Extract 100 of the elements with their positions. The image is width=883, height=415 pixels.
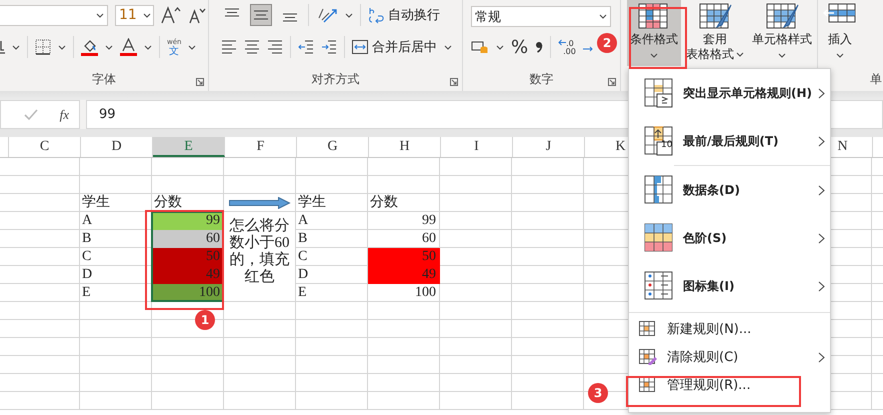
vertical-align-button[interactable] [250,4,272,26]
chevron-icon[interactable] [496,44,504,50]
clear-rules-icon [639,349,657,365]
table-cell-text: C [81,248,92,266]
accounting-format-icon[interactable] [471,39,489,55]
table-cell: 50 [152,248,224,266]
enter-check-icon[interactable] [24,108,38,120]
percent-style-button[interactable]: % [511,36,528,58]
chevron-icon[interactable] [345,12,353,18]
chevron-icon [599,14,607,19]
highlight-rules-icon [644,78,674,108]
highlight-frame [629,7,687,69]
table-cell: 60 [152,230,224,248]
chevron-icon[interactable] [58,44,66,50]
column-header[interactable]: E [153,137,225,157]
table-cell-text: B [81,230,92,248]
data-bars-icon [644,175,674,205]
menu-item[interactable]: 新建规则(N)... [629,315,830,343]
chevron-icon[interactable] [444,44,452,50]
increase-indent-icon[interactable] [321,40,337,54]
arrow-drawing [229,197,291,209]
column-header[interactable]: F [225,137,297,157]
merge-center-button[interactable]: 合并后居中 [352,38,437,56]
column-header[interactable]: C [9,137,81,157]
group-label: 字体 [92,72,116,86]
table-cell-text: 60 [421,230,437,248]
wrap-text-icon [368,6,384,24]
menu-item[interactable]: 数据条(D) [629,166,830,214]
align-middle-icon [253,8,269,22]
table-cell-text: B [297,230,308,248]
fill-color-icon[interactable] [81,38,98,56]
decrease-indent-icon[interactable] [298,40,314,54]
step-number-badge: 3 [588,383,608,403]
chevron-icon [736,52,744,57]
menu-item[interactable]: 图标集(I) [629,262,830,310]
dialog-launcher-icon[interactable] [196,78,204,86]
column-header[interactable]: I [441,137,513,157]
table-cell-text: E [81,284,92,302]
chevron-icon [836,53,844,58]
table-cell-text: 99 [421,212,437,230]
font-size-field[interactable]: 11 [115,4,154,26]
number-format-dropdown[interactable]: 常规 [471,6,611,27]
align-right-icon[interactable] [267,40,283,54]
align-center-icon[interactable] [244,40,260,54]
column-header[interactable]: J [513,137,585,157]
table-cell: 49 [368,266,440,284]
table-cell-text: 100 [414,284,437,302]
column-header[interactable]: H [369,137,441,157]
chevron-icon[interactable] [188,44,196,50]
chevron-icon [778,53,786,58]
shrink-font-icon[interactable] [188,6,206,24]
color-scale-icon [644,223,674,253]
underline-icon[interactable] [0,39,5,55]
left-arrow-icon [558,38,566,46]
step-number-badge: 1 [195,310,215,330]
chevron-icon[interactable] [105,44,113,50]
wrap-text-button[interactable]: 自动换行 [368,6,440,24]
rules-grid-icon [639,377,657,393]
table-cell: 99 [152,212,224,230]
chevron-icon [142,12,151,18]
insert-function-button[interactable]: fx [60,106,69,122]
table-cell: 49 [152,266,224,284]
column-header[interactable]: G [297,137,369,157]
table-cell-text: 分数 [369,194,399,212]
menu-item[interactable]: 色阶(S) [629,214,830,262]
icon-sets-icon [644,271,674,301]
chevron-icon [96,12,104,18]
font-name-field[interactable] [0,4,108,26]
dialog-launcher-icon[interactable] [608,78,616,86]
table-cell-text: E [297,284,308,302]
dialog-launcher-icon[interactable] [450,78,458,86]
table-cell-text: A [297,212,310,230]
top-bottom-rules-icon [644,126,674,156]
grow-font-icon[interactable] [161,6,181,24]
table-cell-text: 学生 [81,194,111,212]
cell-styles-button[interactable]: 单元格样式 [749,0,815,66]
rules-grid-icon [639,321,657,337]
table-cell-text: D [297,266,310,284]
font-color-icon[interactable] [120,38,137,56]
chevron-icon[interactable] [144,44,152,50]
menu-item[interactable]: 清除规则(C) [629,343,830,371]
table-cell-text: 分数 [153,194,183,212]
text-orientation-icon[interactable] [316,6,338,24]
format-as-table-button[interactable]: 套用 表格格式 [683,0,747,66]
table-cell-text: D [81,266,94,284]
comma-style-icon[interactable] [535,40,544,54]
table-cell-text: A [81,212,94,230]
increase-decimal-button[interactable]: .0 .00 [558,38,576,56]
insert-cells-button[interactable]: 插入 [820,0,860,66]
align-left-icon[interactable] [221,40,237,54]
chevron-icon[interactable] [12,44,20,50]
table-cell-text: C [297,248,308,266]
chevron-icon [650,53,658,58]
group-label: 数字 [530,72,554,86]
menu-item[interactable]: 管理规则(R)... [629,371,830,399]
group-label: 对齐方式 [312,72,360,86]
merge-cells-icon [352,40,368,54]
conditional-formatting-button[interactable]: 条件格式 [627,0,681,66]
table-cell-text: 学生 [297,194,327,212]
borders-icon[interactable] [35,39,51,55]
